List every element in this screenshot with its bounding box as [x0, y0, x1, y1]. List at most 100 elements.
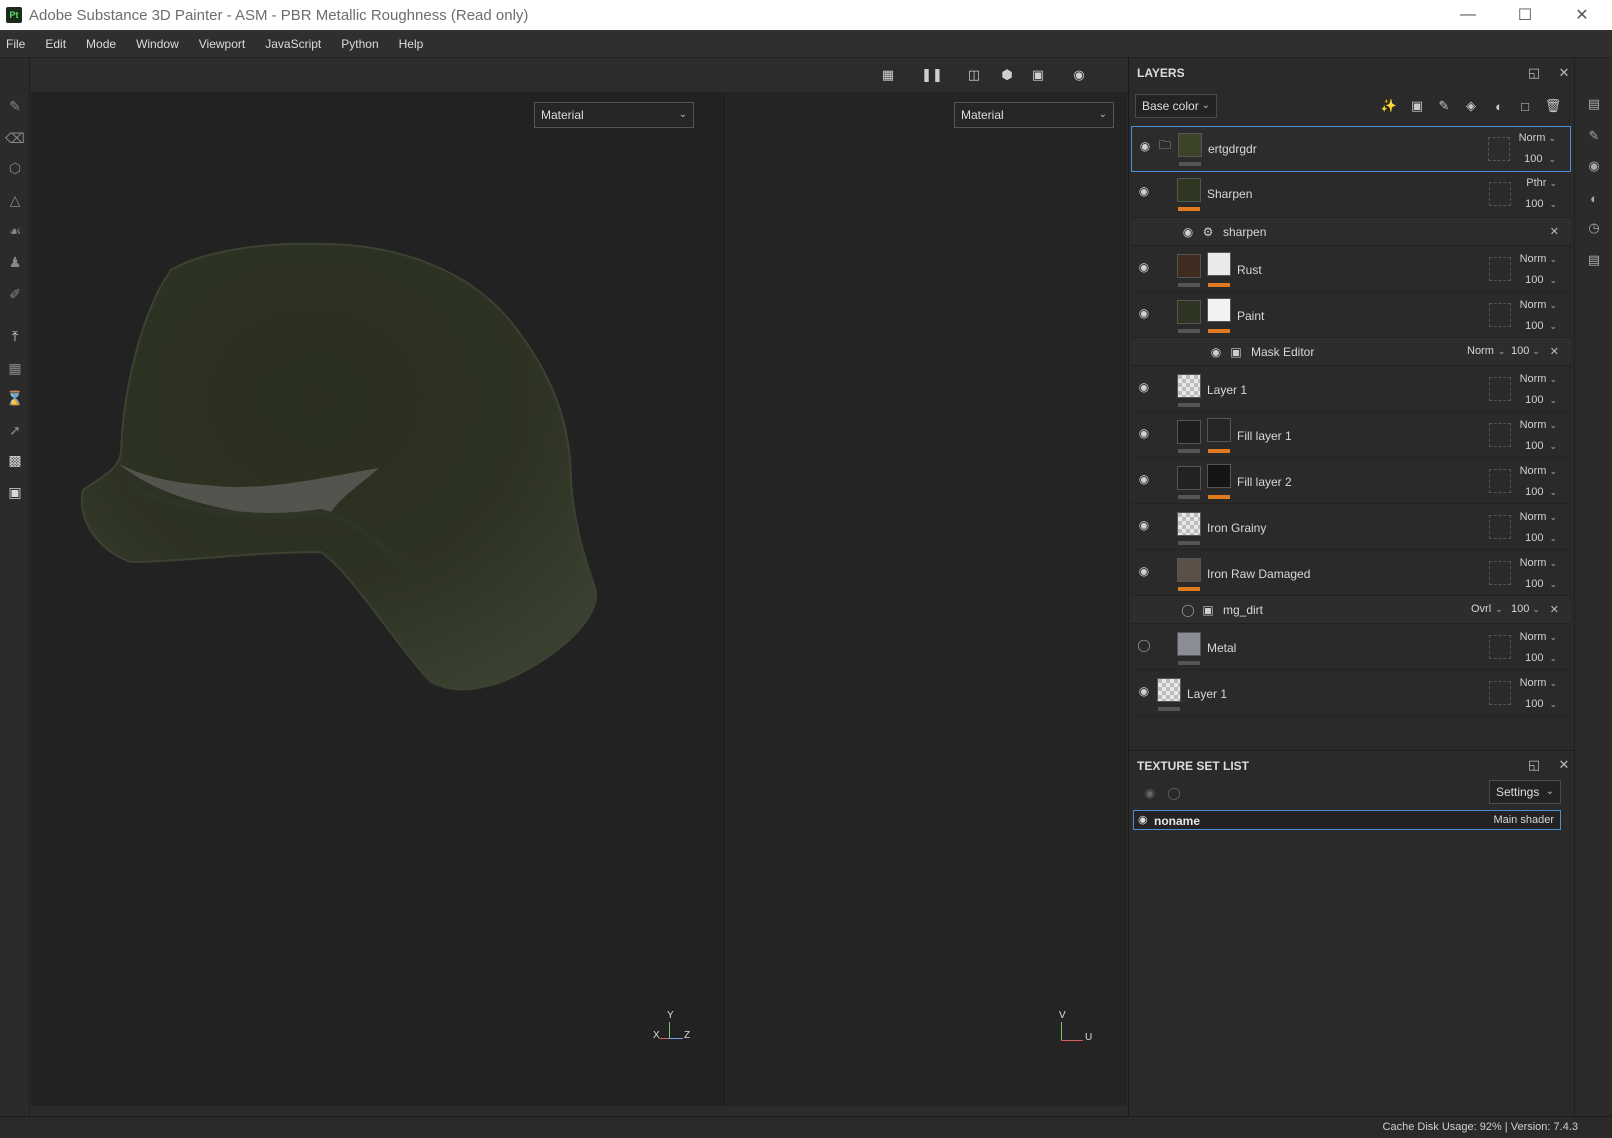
path-icon[interactable]: ➚	[5, 420, 25, 440]
blend-mode-select[interactable]: Norm ⌄	[1520, 557, 1557, 569]
layer-row[interactable]: ◉ Fill layer 2 Norm ⌄ 100 ⌄	[1131, 458, 1571, 504]
menu-python[interactable]: Python	[331, 30, 388, 58]
viewport-3d[interactable]: Material ⌄ Y X Z	[31, 92, 725, 1106]
menu-mode[interactable]: Mode	[76, 30, 126, 58]
bake-icon[interactable]: ▩	[5, 450, 25, 470]
opacity-field[interactable]: 100 ⌄	[1525, 652, 1557, 664]
log-icon[interactable]: ▤	[1584, 250, 1604, 270]
pause-icon[interactable]: ❚❚	[921, 64, 943, 86]
close-icon[interactable]: ✕	[1554, 0, 1610, 30]
geometry-mask-icon[interactable]: ▦	[5, 358, 25, 378]
close-panel-icon[interactable]: ✕	[1555, 756, 1573, 774]
bake-export-icon[interactable]: ⤒	[5, 326, 25, 346]
opacity-field[interactable]: 100 ⌄	[1524, 153, 1556, 165]
menu-window[interactable]: Window	[126, 30, 189, 58]
layer-row[interactable]: ◉ Iron Grainy Norm ⌄ 100 ⌄	[1131, 504, 1571, 550]
opacity-field[interactable]: 100 ⌄	[1525, 440, 1557, 452]
show-texture-set-icon[interactable]: ◯	[1165, 786, 1183, 800]
add-smart-material-icon[interactable]: ◐	[1489, 96, 1509, 116]
blend-mode-select[interactable]: Pthr ⌄	[1526, 177, 1557, 189]
display-mode-icon[interactable]: ⬢	[996, 64, 1018, 86]
effect-row[interactable]: ◯ ▣ mg_dirt Ovrl ⌄ 100 ⌄ ✕	[1131, 596, 1571, 624]
eraser-icon[interactable]: ⌫	[5, 128, 25, 148]
add-paint-layer-icon[interactable]: ✎	[1434, 96, 1454, 116]
add-fill-layer-icon[interactable]: ◈	[1461, 96, 1481, 116]
blend-mode-select[interactable]: Norm ⌄	[1520, 419, 1557, 431]
opacity-field[interactable]: 100 ⌄	[1525, 486, 1557, 498]
screenshot-icon[interactable]: ◉	[1068, 64, 1090, 86]
symmetry-icon[interactable]: ◫	[963, 64, 985, 86]
menu-file[interactable]: File	[0, 30, 35, 58]
add-folder-icon[interactable]: □	[1515, 96, 1535, 116]
eye-closed-icon[interactable]: ◯	[1135, 638, 1153, 652]
viewport-2d-mode-select[interactable]: Material ⌄	[954, 102, 1114, 128]
menu-help[interactable]: Help	[389, 30, 434, 58]
opacity-field[interactable]: 100 ⌄	[1525, 532, 1557, 544]
shader-settings-icon[interactable]: ◐	[1584, 188, 1604, 208]
effect-row[interactable]: ◉ ▣ Mask Editor Norm ⌄ 100 ⌄ ✕	[1131, 338, 1571, 366]
opacity-field[interactable]: 100 ⌄	[1525, 394, 1557, 406]
smudge-icon[interactable]: ☙	[5, 221, 25, 241]
remove-effect-icon[interactable]: ✕	[1550, 225, 1559, 238]
blend-mode-select[interactable]: Norm ⌄	[1519, 132, 1556, 144]
undock-icon[interactable]: ◱	[1525, 756, 1543, 774]
settings-select[interactable]: Settings ⌄	[1489, 780, 1561, 804]
layer-row[interactable]: ◉ Paint Norm ⌄ 100 ⌄	[1131, 292, 1571, 338]
blend-mode-select[interactable]: Norm ⌄	[1467, 345, 1505, 357]
layer-row[interactable]: ◉ Iron Raw Damaged Norm ⌄ 100 ⌄	[1131, 550, 1571, 596]
remove-effect-icon[interactable]: ✕	[1550, 345, 1559, 358]
texture-set-settings-icon[interactable]: ▤	[1584, 94, 1604, 114]
eye-icon[interactable]: ◉	[1179, 225, 1197, 239]
close-panel-icon[interactable]: ✕	[1555, 64, 1573, 82]
eye-icon[interactable]: ◉	[1135, 260, 1153, 274]
eye-icon[interactable]: ◉	[1135, 684, 1153, 698]
minimize-icon[interactable]: —	[1440, 0, 1496, 30]
eye-icon[interactable]: ◉	[1135, 518, 1153, 532]
layer-row[interactable]: ◉ Layer 1 Norm ⌄ 100 ⌄	[1131, 670, 1571, 716]
menu-edit[interactable]: Edit	[35, 30, 76, 58]
maximize-icon[interactable]: ☐	[1497, 0, 1553, 30]
camera-icon[interactable]: ▣	[1027, 64, 1049, 86]
eye-icon[interactable]: ◉	[1135, 564, 1153, 578]
eye-icon[interactable]: ◉	[1135, 472, 1153, 486]
clone-stamp-icon[interactable]: ♟	[5, 252, 25, 272]
blend-mode-select[interactable]: Norm ⌄	[1520, 465, 1557, 477]
polygon-fill-icon[interactable]: △	[5, 190, 25, 210]
uv-box-icon[interactable]: ▣	[5, 482, 25, 502]
eye-icon[interactable]: ◉	[1135, 184, 1153, 198]
delete-layer-icon[interactable]: 🗑	[1543, 96, 1563, 116]
add-effect-icon[interactable]: ✨	[1379, 96, 1399, 116]
opacity-field[interactable]: 100 ⌄	[1511, 603, 1540, 615]
opacity-field[interactable]: 100 ⌄	[1525, 198, 1557, 210]
hourglass-icon[interactable]: ⌛	[5, 388, 25, 408]
history-icon[interactable]: ◷	[1584, 218, 1604, 238]
eye-icon[interactable]: ◉	[1138, 813, 1148, 826]
remove-effect-icon[interactable]: ✕	[1550, 603, 1559, 616]
opacity-field[interactable]: 100 ⌄	[1525, 320, 1557, 332]
hide-texture-set-icon[interactable]: ◉	[1141, 786, 1159, 800]
effect-row[interactable]: ◉ ⚙ sharpen ✕	[1131, 218, 1571, 246]
layer-row[interactable]: ◉ 🗀 ertgdrgdr Norm ⌄ 100 ⌄	[1131, 126, 1571, 172]
layer-row[interactable]: ◉ Sharpen Pthr ⌄ 100 ⌄	[1131, 172, 1571, 218]
blend-mode-select[interactable]: Norm ⌄	[1520, 631, 1557, 643]
add-mask-icon[interactable]: ▣	[1407, 96, 1427, 116]
texture-set-row[interactable]: ◉ noname Main shader	[1133, 810, 1561, 830]
blend-mode-select[interactable]: Norm ⌄	[1520, 373, 1557, 385]
menu-javascript[interactable]: JavaScript	[255, 30, 331, 58]
blend-mode-select[interactable]: Norm ⌄	[1520, 299, 1557, 311]
menu-viewport[interactable]: Viewport	[189, 30, 255, 58]
blend-mode-select[interactable]: Ovrl ⌄	[1471, 603, 1503, 615]
opacity-field[interactable]: 100 ⌄	[1511, 345, 1540, 357]
opacity-field[interactable]: 100 ⌄	[1525, 578, 1557, 590]
eye-icon[interactable]: ◉	[1135, 380, 1153, 394]
channel-select[interactable]: Base color ⌄	[1135, 94, 1217, 118]
layer-row[interactable]: ◯ Metal Norm ⌄ 100 ⌄	[1131, 624, 1571, 670]
opacity-field[interactable]: 100 ⌄	[1525, 274, 1557, 286]
undock-icon[interactable]: ◱	[1525, 64, 1543, 82]
projection-icon[interactable]: ⬡	[5, 158, 25, 178]
blend-mode-select[interactable]: Norm ⌄	[1520, 677, 1557, 689]
properties-icon[interactable]: ✎	[1584, 126, 1604, 146]
blend-mode-select[interactable]: Norm ⌄	[1520, 253, 1557, 265]
layer-row[interactable]: ◉ Rust Norm ⌄ 100 ⌄	[1131, 246, 1571, 292]
eye-icon[interactable]: ◉	[1135, 306, 1153, 320]
